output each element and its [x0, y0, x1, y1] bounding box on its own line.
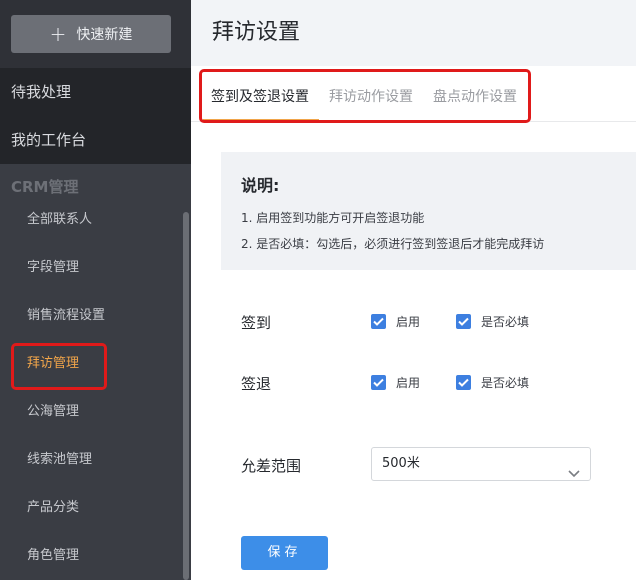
instructions-panel: 说明: 1. 启用签到功能方可开启签退功能 2. 是否必填：勾选后，必须进行签到…	[221, 152, 636, 270]
plus-icon: +	[49, 22, 67, 46]
sidebar-item-pending[interactable]: 待我处理	[0, 68, 191, 116]
checkin-label: 签到	[241, 314, 272, 332]
tab-visit-actions[interactable]: 拜访动作设置	[329, 86, 413, 106]
sidebar-item-label: 字段管理	[27, 260, 80, 275]
sidebar-item-label: 公海管理	[27, 404, 80, 419]
sidebar-item-role-management[interactable]: 角色管理	[0, 532, 191, 580]
sidebar-item-label: 全部联系人	[27, 212, 93, 227]
sidebar-scrollbar[interactable]	[183, 212, 189, 580]
sidebar-item-workbench[interactable]: 我的工作台	[0, 116, 191, 164]
sidebar-item-label: 拜访管理	[27, 356, 80, 371]
sidebar-main-nav: 待我处理 我的工作台	[0, 68, 191, 164]
checkbox-label: 启用	[396, 376, 421, 390]
checkbox-label: 是否必填	[481, 376, 530, 390]
checkout-enable-checkbox[interactable]: 启用	[371, 374, 420, 391]
sidebar-item-sales-process[interactable]: 销售流程设置	[0, 292, 191, 340]
checkin-required-checkbox[interactable]: 是否必填	[456, 313, 529, 330]
sidebar-item-label: 产品分类	[27, 500, 80, 515]
checkout-label: 签退	[241, 375, 272, 393]
range-label: 允差范围	[241, 457, 302, 475]
quick-create-label: 快速新建	[76, 27, 133, 43]
instructions-line: 1. 启用签到功能方可开启签退功能	[241, 211, 425, 225]
sidebar-group-title: CRM管理	[11, 178, 79, 196]
sidebar-item-public-pool[interactable]: 公海管理	[0, 388, 191, 436]
checkmark-icon	[371, 375, 386, 390]
main-content: 拜访设置 签到及签退设置 拜访动作设置 盘点动作设置 说明: 1. 启用签到功能…	[191, 0, 636, 580]
sidebar-item-lead-pool[interactable]: 线索池管理	[0, 436, 191, 484]
save-button[interactable]: 保存	[241, 536, 328, 570]
tab-bar: 签到及签退设置 拜访动作设置 盘点动作设置	[191, 66, 636, 122]
sidebar-item-label: 我的工作台	[11, 131, 87, 149]
sidebar-header: + 快速新建	[0, 0, 191, 68]
sidebar-sub-nav: 全部联系人 字段管理 销售流程设置 拜访管理 公海管理 线索池管理 产品分类 角…	[0, 196, 191, 580]
sidebar-item-label: 线索池管理	[27, 452, 93, 467]
instructions-line: 2. 是否必填：勾选后，必须进行签到签退后才能完成拜访	[241, 237, 545, 251]
checkout-required-checkbox[interactable]: 是否必填	[456, 374, 529, 391]
active-tab-indicator	[203, 119, 319, 121]
sidebar-item-label: 角色管理	[27, 548, 80, 563]
sidebar: + 快速新建 待我处理 我的工作台 CRM管理 全部联系人 字段管理 销售流程设…	[0, 0, 191, 580]
chevron-down-icon	[568, 459, 580, 491]
sidebar-item-label: 待我处理	[11, 83, 72, 101]
instructions-title: 说明:	[241, 176, 280, 195]
sidebar-item-label: 销售流程设置	[27, 308, 106, 323]
page-title: 拜访设置	[191, 0, 636, 66]
checkmark-icon	[456, 375, 471, 390]
range-select[interactable]: 500米	[371, 447, 591, 481]
checkmark-icon	[371, 314, 386, 329]
sidebar-item-field-management[interactable]: 字段管理	[0, 244, 191, 292]
quick-create-button[interactable]: + 快速新建	[11, 15, 171, 53]
sidebar-item-product-category[interactable]: 产品分类	[0, 484, 191, 532]
checkin-enable-checkbox[interactable]: 启用	[371, 313, 420, 330]
checkbox-label: 是否必填	[481, 315, 530, 329]
tab-inventory-actions[interactable]: 盘点动作设置	[433, 86, 517, 106]
tab-checkin-checkout[interactable]: 签到及签退设置	[211, 86, 309, 106]
sidebar-item-visit-management[interactable]: 拜访管理	[0, 340, 191, 388]
checkbox-label: 启用	[396, 315, 421, 329]
range-select-value: 500米	[382, 456, 420, 471]
sidebar-item-all-contacts[interactable]: 全部联系人	[0, 196, 191, 244]
checkmark-icon	[456, 314, 471, 329]
